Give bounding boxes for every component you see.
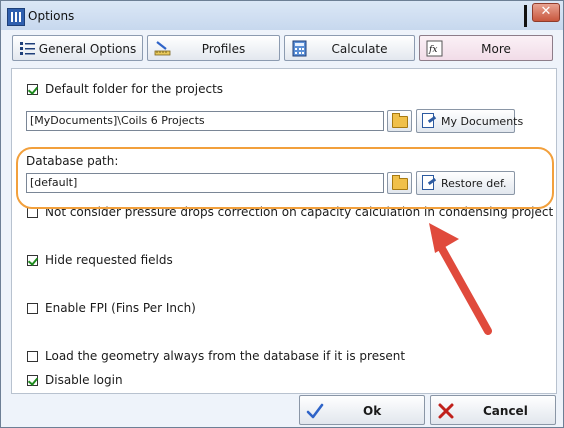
- close-button[interactable]: ✕: [532, 3, 560, 22]
- default-folder-checkbox[interactable]: [27, 84, 38, 95]
- options-dialog: Options ✕ General Options Profiles Calcu…: [0, 0, 564, 428]
- default-folder-label: Default folder for the projects: [45, 82, 224, 96]
- calculator-icon: [292, 40, 307, 57]
- browse-folder-button[interactable]: [387, 110, 412, 132]
- dialog-footer: Ok Cancel: [1, 392, 563, 427]
- load-geometry-label: Load the geometry always from the databa…: [45, 349, 406, 363]
- tab-general-options[interactable]: General Options: [12, 35, 143, 61]
- ok-label: Ok: [363, 404, 382, 418]
- annotation-arrow: [429, 223, 492, 335]
- load-geometry-checkbox[interactable]: [27, 351, 38, 362]
- fx-icon: fx: [426, 40, 443, 57]
- cancel-x-icon: [438, 403, 454, 419]
- hide-requested-fields-checkbox[interactable]: [27, 255, 38, 266]
- tab-label: General Options: [38, 42, 137, 56]
- ok-button[interactable]: Ok: [299, 395, 425, 425]
- disable-login-label: Disable login: [45, 373, 123, 387]
- window-title: Options: [28, 9, 75, 23]
- tab-calculate[interactable]: Calculate: [284, 35, 415, 61]
- checkmark-icon: [306, 403, 324, 419]
- my-documents-button[interactable]: My Documents: [416, 109, 523, 133]
- enable-fpi-checkbox[interactable]: [27, 303, 38, 314]
- tab-label: Calculate: [331, 42, 388, 56]
- disable-login-checkbox[interactable]: [27, 375, 38, 386]
- tab-more[interactable]: fx More: [419, 35, 553, 61]
- app-icon: [7, 8, 25, 26]
- list-icon: [20, 42, 35, 55]
- cancel-label: Cancel: [483, 404, 528, 418]
- tab-bar: General Options Profiles Calculate fx Mo…: [1, 30, 563, 66]
- tab-profiles[interactable]: Profiles: [147, 35, 280, 61]
- title-bar: Options ✕: [1, 1, 563, 30]
- tab-label: More: [481, 42, 511, 56]
- tab-label: Profiles: [201, 42, 246, 56]
- default-folder-input[interactable]: [MyDocuments]\Coils 6 Projects: [26, 111, 384, 131]
- close-icon: ✕: [540, 4, 552, 19]
- svg-text:fx: fx: [428, 45, 437, 55]
- enable-fpi-label: Enable FPI (Fins Per Inch): [45, 301, 196, 315]
- document-edit-icon: [422, 113, 434, 128]
- folder-icon: [392, 113, 408, 128]
- text-cursor-mark: [524, 5, 527, 27]
- cancel-button[interactable]: Cancel: [430, 395, 556, 425]
- ruler-pencil-icon: [154, 41, 171, 56]
- highlight-ellipse: [16, 147, 554, 209]
- my-documents-label: My Documents: [441, 115, 524, 128]
- hide-requested-fields-label: Hide requested fields: [45, 253, 173, 267]
